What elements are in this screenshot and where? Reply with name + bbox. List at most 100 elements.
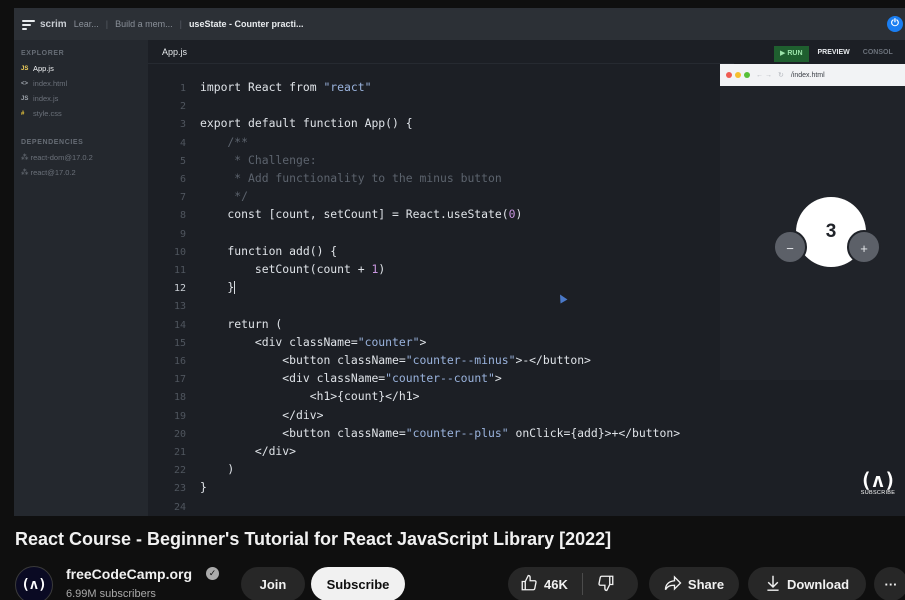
- share-button[interactable]: Share: [649, 567, 739, 600]
- explorer-heading: EXPLORER: [21, 50, 65, 57]
- file-index-html[interactable]: <> index.html: [14, 76, 148, 91]
- code-line[interactable]: 13: [148, 296, 728, 314]
- video-player[interactable]: scrim Lear... | Build a mem... | useStat…: [14, 8, 905, 516]
- code-line[interactable]: 22 ): [148, 460, 728, 478]
- channel-name[interactable]: freeCodeCamp.org: [66, 566, 192, 582]
- html-file-icon: <>: [21, 80, 29, 87]
- code-line[interactable]: 18 <h1>{count}</h1>: [148, 387, 728, 405]
- code-text: * Challenge:: [200, 152, 317, 167]
- code-line[interactable]: 4 /**: [148, 133, 728, 151]
- breadcrumb-section[interactable]: Build a mem...: [108, 19, 180, 29]
- code-line[interactable]: 8 const [count, setCount] = React.useSta…: [148, 205, 728, 223]
- dependency-label: react@17.0.2: [30, 168, 76, 177]
- scrimba-topbar: scrim Lear... | Build a mem... | useStat…: [14, 8, 905, 40]
- text-cursor: [234, 281, 236, 295]
- file-label: style.css: [33, 109, 62, 118]
- code-text: <button className="counter--minus">-</bu…: [200, 353, 591, 367]
- code-text: ): [200, 462, 235, 477]
- url-field[interactable]: /index.html: [791, 72, 825, 79]
- breadcrumb-lesson[interactable]: useState - Counter practi...: [182, 19, 311, 29]
- file-index-js[interactable]: JS index.js: [14, 91, 148, 106]
- power-icon[interactable]: ⏻: [887, 16, 903, 32]
- scrimba-logo[interactable]: scrim: [14, 19, 67, 30]
- tab-console[interactable]: CONSOL: [859, 46, 897, 62]
- code-text: </div>: [200, 407, 324, 422]
- browser-address-bar: ← → ↻ /index.html: [720, 64, 905, 86]
- maximize-dot-icon: [744, 72, 750, 78]
- code-text: function add() {: [200, 243, 338, 258]
- code-line[interactable]: 20 <button className="counter--plus" onC…: [148, 424, 728, 442]
- code-line[interactable]: 7 */: [148, 187, 728, 205]
- code-line[interactable]: 2: [148, 96, 728, 114]
- subscriber-count: 6.99M subscribers: [66, 588, 156, 600]
- channel-avatar[interactable]: (ʌ): [15, 566, 53, 600]
- tab-app-js[interactable]: App.js: [162, 47, 187, 57]
- file-explorer: EXPLORER JS App.js <> index.html JS inde…: [14, 40, 148, 516]
- js-file-icon: JS: [21, 95, 29, 102]
- code-text: return (: [200, 316, 283, 331]
- code-line[interactable]: 16 <button className="counter--minus">-<…: [148, 351, 728, 369]
- thumbs-up-icon[interactable]: [520, 574, 538, 595]
- code-line[interactable]: 23}: [148, 478, 728, 496]
- code-text: /**: [200, 134, 249, 149]
- file-style-css[interactable]: # style.css: [14, 106, 148, 121]
- code-line[interactable]: 17 <div className="counter--count">: [148, 369, 728, 387]
- code-line[interactable]: 11 setCount(count + 1): [148, 260, 728, 278]
- dependency-item[interactable]: ⁂ react@17.0.2: [14, 165, 148, 180]
- watermark-label: SUBSCRIBE: [860, 490, 896, 496]
- code-line[interactable]: 5 * Challenge:: [148, 151, 728, 169]
- download-label: Download: [786, 576, 850, 592]
- code-line[interactable]: 9: [148, 224, 728, 242]
- like-count[interactable]: 46K: [544, 577, 568, 592]
- breadcrumb-course[interactable]: Lear...: [67, 19, 106, 29]
- tab-preview[interactable]: PREVIEW: [811, 46, 856, 62]
- line-number: 24: [173, 501, 186, 513]
- counter-minus-button[interactable]: −: [773, 230, 807, 264]
- code-line[interactable]: 1 import React from "react": [148, 78, 728, 96]
- code-text: <div className="counter">: [200, 334, 427, 349]
- scrimba-logo-icon: [22, 19, 35, 30]
- freecodecamp-logo-icon: (ʌ): [859, 468, 897, 492]
- dependency-item[interactable]: ⁂ react-dom@17.0.2: [14, 150, 148, 165]
- share-label: Share: [687, 576, 725, 592]
- code-line[interactable]: 6 * Add functionality to the minus butto…: [148, 169, 728, 187]
- subscribe-button[interactable]: Subscribe: [311, 567, 405, 600]
- js-file-icon: JS: [21, 65, 29, 72]
- close-dot-icon: [726, 72, 732, 78]
- code-line[interactable]: 19 </div>: [148, 406, 728, 424]
- counter-plus-button[interactable]: +: [847, 230, 881, 264]
- code-line[interactable]: 24: [148, 497, 728, 515]
- download-icon: [765, 574, 781, 595]
- file-label: index.js: [33, 94, 59, 103]
- join-button[interactable]: Join: [241, 567, 305, 600]
- app-name: scrim: [40, 18, 67, 30]
- thumbs-down-icon[interactable]: [597, 574, 615, 595]
- code-line[interactable]: 12 }: [148, 278, 728, 296]
- like-divider: [581, 573, 583, 595]
- file-app-js[interactable]: JS App.js: [14, 61, 148, 76]
- dependency-label: react-dom@17.0.2: [30, 153, 93, 162]
- preview-browser: ← → ↻ /index.html 3 − +: [720, 64, 905, 380]
- subscribe-watermark[interactable]: (ʌ) SUBSCRIBE: [856, 468, 900, 496]
- download-button[interactable]: Download: [748, 567, 866, 600]
- code-text: <button className="counter--plus" onClic…: [200, 425, 681, 440]
- code-line[interactable]: 21 </div>: [148, 442, 728, 460]
- back-forward-icon[interactable]: ← →: [756, 72, 772, 79]
- code-text: <h1>{count}</h1>: [200, 389, 420, 404]
- more-actions-button[interactable]: ···: [874, 567, 905, 600]
- share-arrow-icon: [664, 574, 682, 594]
- reload-icon[interactable]: ↻: [778, 71, 784, 79]
- video-title: React Course - Beginner's Tutorial for R…: [15, 529, 612, 549]
- code-line[interactable]: 10 function add() {: [148, 242, 728, 260]
- youtube-watch-page: scrim Lear... | Build a mem... | useStat…: [0, 0, 905, 600]
- run-button[interactable]: ▶ RUN: [774, 46, 809, 62]
- dependencies-heading: DEPENDENCIES: [21, 139, 84, 146]
- code-text: </div>: [200, 444, 297, 458]
- css-file-icon: #: [21, 110, 25, 117]
- code-line[interactable]: 15 <div className="counter">: [148, 333, 728, 351]
- code-line[interactable]: 14 return (: [148, 315, 728, 333]
- code-line[interactable]: 3 export default function App() {: [148, 114, 728, 132]
- like-dislike-bar: 46K: [508, 567, 638, 600]
- code-editor[interactable]: 1 import React from "react" 2 3 export defau…: [148, 78, 734, 516]
- code-text: import React from "react": [200, 80, 372, 94]
